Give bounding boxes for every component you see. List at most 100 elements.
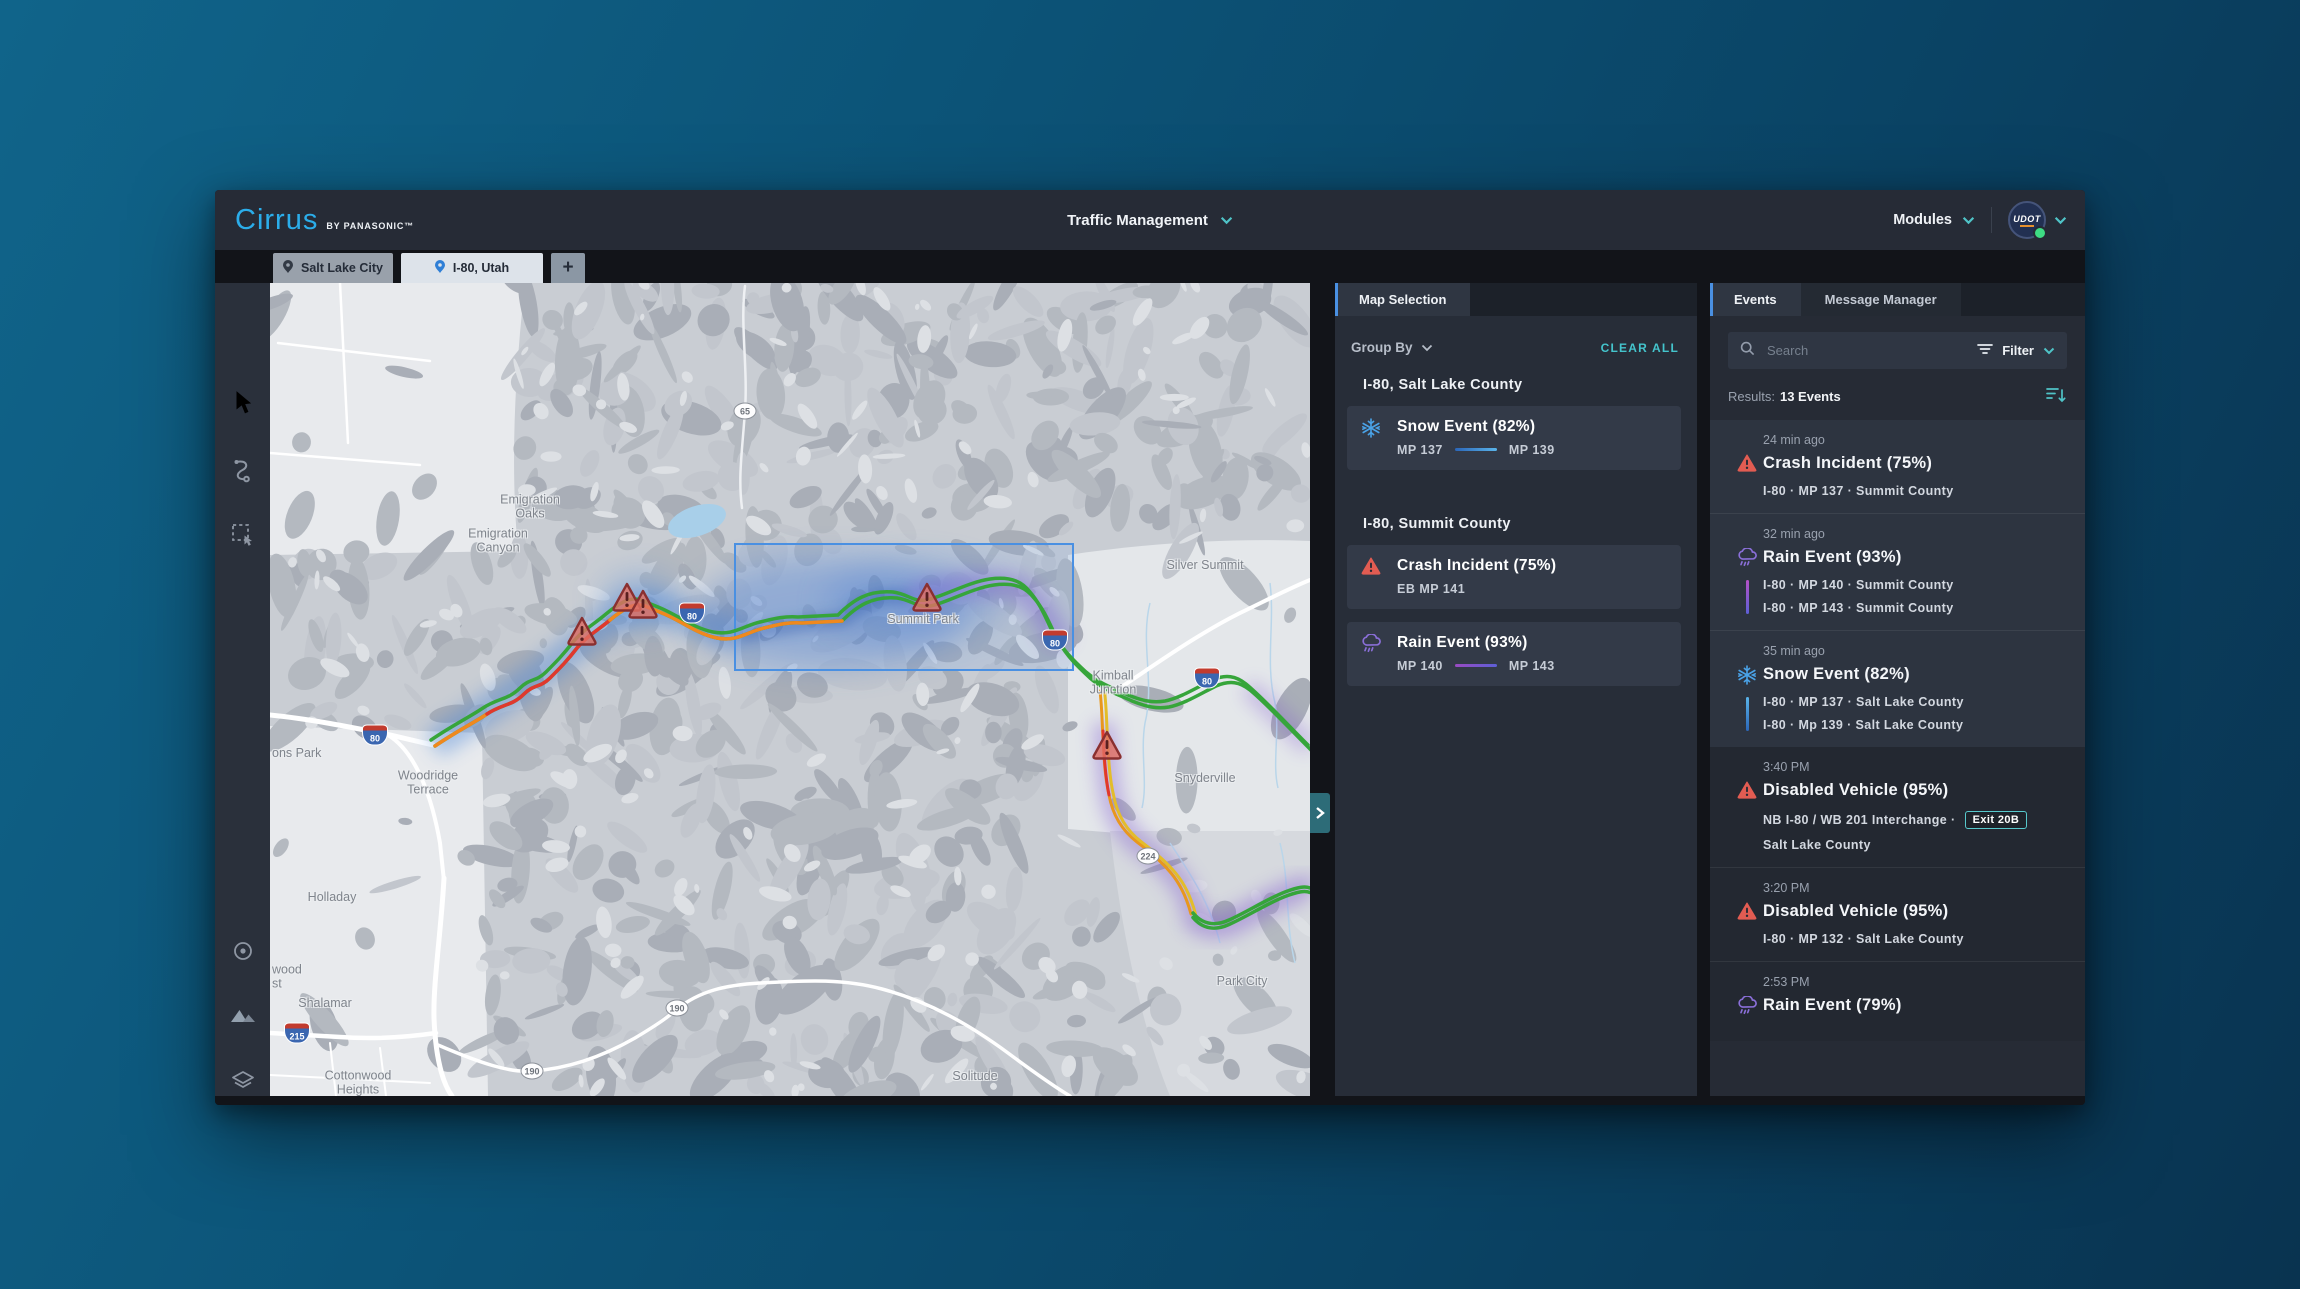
card-range: MP 137MP 139 xyxy=(1397,443,1669,457)
tab-events[interactable]: Events xyxy=(1710,283,1801,316)
event-time: 3:20 PM xyxy=(1763,881,2069,895)
avatar-accent xyxy=(2020,225,2034,227)
interstate-shield: 80 xyxy=(1194,668,1220,689)
chevron-down-icon xyxy=(2054,216,2067,225)
card-title: Rain Event (93%) xyxy=(1397,634,1669,652)
brand-byline: BY PANASONIC™ xyxy=(326,221,414,231)
event-list-item[interactable]: 3:20 PM Disabled Vehicle (95%) I-80 · MP… xyxy=(1710,867,2085,961)
events-panel-tabs: Events Message Manager xyxy=(1710,283,2085,316)
map-toolbar xyxy=(215,283,270,1096)
event-time: 2:53 PM xyxy=(1763,975,2069,989)
modules-label: Modules xyxy=(1893,212,1952,228)
event-time: 24 min ago xyxy=(1763,433,2069,447)
search-bar: Filter xyxy=(1728,332,2067,369)
filter-label: Filter xyxy=(2002,343,2034,358)
route-draw-tool-button[interactable] xyxy=(215,451,270,491)
selection-card-rain[interactable]: Rain Event (93%) MP 140MP 143 xyxy=(1347,622,1681,686)
selection-card-snow[interactable]: Snow Event (82%) MP 137MP 139 xyxy=(1347,406,1681,470)
event-title: Crash Incident (75%) xyxy=(1763,454,1932,473)
results-count: Results:13 Events xyxy=(1728,388,1841,406)
map-selection-rectangle xyxy=(735,544,1073,670)
selection-section-header: I-80, Salt Lake County xyxy=(1363,377,1681,393)
event-time: 3:40 PM xyxy=(1763,760,2069,774)
terrain-button[interactable] xyxy=(215,995,270,1035)
crash-icon xyxy=(1737,902,1757,922)
event-location: I-80 · MP 140 · Summit County xyxy=(1763,578,2069,592)
tab-map-selection[interactable]: Map Selection xyxy=(1335,283,1470,316)
events-panel: Events Message Manager Filter Results:13… xyxy=(1710,283,2085,1096)
card-title: Crash Incident (75%) xyxy=(1397,557,1669,575)
tab-label: I-80, Utah xyxy=(453,261,509,275)
online-status-dot xyxy=(2033,226,2047,240)
card-range: MP 140MP 143 xyxy=(1397,659,1669,673)
filter-icon xyxy=(1977,342,1993,360)
brand-name: Cirrus xyxy=(235,204,318,237)
pointer-tool-button[interactable] xyxy=(215,383,270,423)
map-canvas[interactable]: Emigration OaksEmigration Canyonons Park… xyxy=(270,283,1310,1096)
sort-icon[interactable] xyxy=(2046,386,2067,408)
selected-events-group: 24 min ago Crash Incident (75%) I-80 · M… xyxy=(1710,420,2085,747)
route-shield: 224 xyxy=(1137,848,1160,865)
range-bar xyxy=(1746,580,1749,614)
top-bar: Cirrus BY PANASONIC™ Traffic Management … xyxy=(215,190,2085,250)
search-icon xyxy=(1740,341,1755,361)
window-bottom-edge xyxy=(215,1096,2085,1105)
event-title: Snow Event (82%) xyxy=(1763,665,1910,684)
selection-card-crash[interactable]: Crash Incident (75%) EB MP 141 xyxy=(1347,545,1681,609)
interstate-shield: 215 xyxy=(284,1023,310,1044)
card-title: Snow Event (82%) xyxy=(1397,418,1669,436)
range-line xyxy=(1455,448,1497,451)
snow-icon xyxy=(1361,418,1381,438)
map-selection-tabs: Map Selection xyxy=(1335,283,1697,316)
crash-icon xyxy=(1737,781,1757,801)
event-list-item[interactable]: 32 min ago Rain Event (93%) I-80 · MP 14… xyxy=(1710,513,2085,630)
selection-section-header: I-80, Summit County xyxy=(1363,516,1681,532)
interstate-shield: 80 xyxy=(362,725,388,746)
expand-panel-button[interactable] xyxy=(1310,793,1330,833)
rain-icon xyxy=(1361,634,1381,654)
tab-message-manager[interactable]: Message Manager xyxy=(1801,283,1961,316)
rain-icon xyxy=(1737,548,1757,568)
event-list-item[interactable]: 24 min ago Crash Incident (75%) I-80 · M… xyxy=(1710,420,2085,513)
crash-icon xyxy=(1737,454,1757,474)
event-title: Rain Event (93%) xyxy=(1763,548,1902,567)
map-pin-icon xyxy=(283,260,293,276)
filter-dropdown[interactable]: Filter xyxy=(1977,342,2055,360)
tab-i80-utah[interactable]: I-80, Utah xyxy=(401,253,543,283)
avatar: UDOT xyxy=(2008,201,2046,239)
event-list-item[interactable]: 35 min ago Snow Event (82%) I-80 · MP 13… xyxy=(1710,630,2085,747)
event-location: I-80 · MP 132 · Salt Lake County xyxy=(1763,932,2069,946)
geolocate-button[interactable] xyxy=(215,931,270,971)
chevron-down-icon xyxy=(1962,216,1975,225)
event-list-item[interactable]: 2:53 PM Rain Event (79%) xyxy=(1710,961,2085,1041)
event-location: I-80 · MP 137 · Summit County xyxy=(1763,484,2069,498)
modules-menu[interactable]: Modules xyxy=(1893,212,1975,228)
route-shield: 190 xyxy=(521,1063,544,1080)
search-input[interactable] xyxy=(1765,342,1969,359)
module-selector[interactable]: Traffic Management xyxy=(1067,212,1233,229)
chevron-down-icon xyxy=(2043,347,2055,355)
clear-all-button[interactable]: CLEAR ALL xyxy=(1601,341,1679,355)
layers-button[interactable] xyxy=(215,1061,270,1101)
events-group: 3:40 PM Disabled Vehicle (95%) NB I-80 /… xyxy=(1710,747,2085,1041)
range-line xyxy=(1455,664,1497,667)
content-area: Emigration OaksEmigration Canyonons Park… xyxy=(215,283,2085,1096)
event-location: Salt Lake County xyxy=(1763,838,2069,852)
range-bar xyxy=(1746,697,1749,731)
event-title: Rain Event (79%) xyxy=(1763,996,1902,1015)
event-time: 35 min ago xyxy=(1763,644,2069,658)
tab-salt-lake-city[interactable]: Salt Lake City xyxy=(273,253,393,283)
map-tab-strip: Salt Lake City I-80, Utah + xyxy=(215,250,2085,283)
event-location: I-80 · Mp 139 · Salt Lake County xyxy=(1763,718,2069,732)
event-title: Disabled Vehicle (95%) xyxy=(1763,781,1948,800)
event-list-item[interactable]: 3:40 PM Disabled Vehicle (95%) NB I-80 /… xyxy=(1710,747,2085,867)
snow-icon xyxy=(1737,665,1757,685)
app-window: Cirrus BY PANASONIC™ Traffic Management … xyxy=(215,190,2085,1105)
group-by-dropdown[interactable]: Group By xyxy=(1351,340,1433,355)
chevron-down-icon xyxy=(1421,344,1433,352)
map-selection-panel: Map Selection Group By CLEAR ALL I-80, S… xyxy=(1335,283,1697,1096)
add-tab-button[interactable]: + xyxy=(551,253,585,283)
user-menu[interactable]: UDOT xyxy=(2008,201,2067,239)
module-selector-label: Traffic Management xyxy=(1067,212,1208,229)
marquee-select-tool-button[interactable] xyxy=(215,515,270,555)
